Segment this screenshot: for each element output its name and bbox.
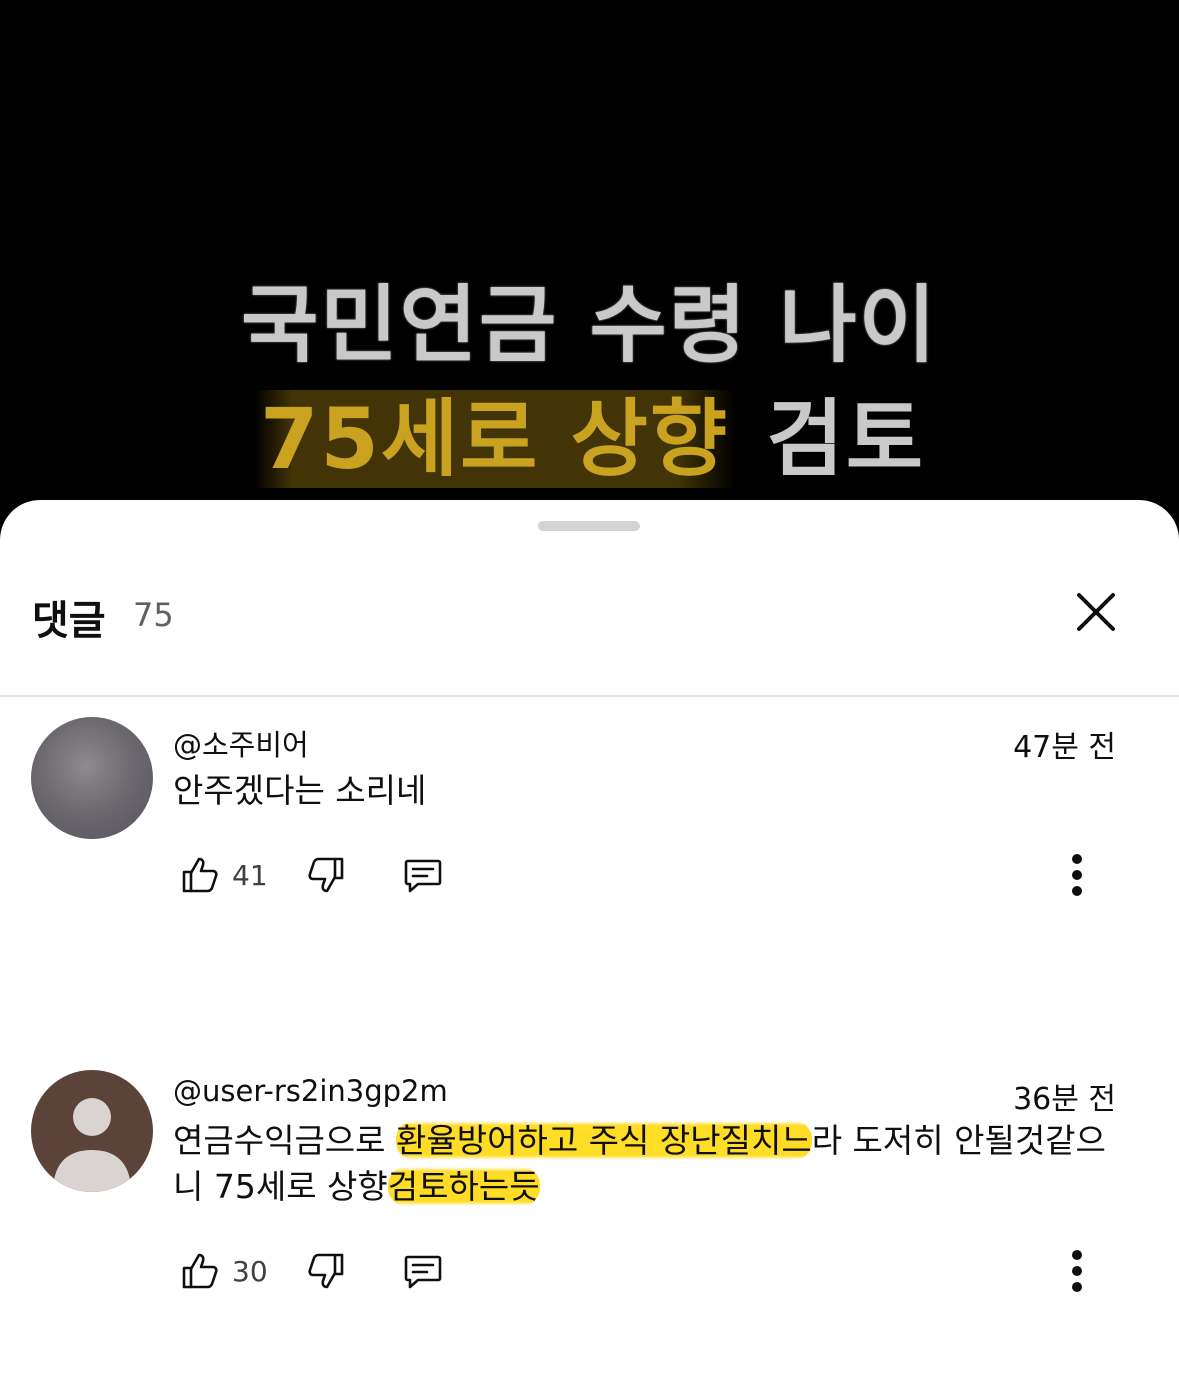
comment-actions: 41 [180, 850, 1130, 900]
comment-text: 안주겠다는 소리네 [173, 771, 427, 810]
comments-title: 댓글 [32, 598, 106, 644]
reply-comment-icon [404, 859, 442, 893]
comment-item: @소주비어 47분 전 안주겠다는 소리네 41 [0, 710, 1179, 910]
comment-text: 연금수익금으로 환율방어하고 주식 장난질치느라 도저히 안될것같으니 75세로… [173, 1118, 1123, 1210]
avatar[interactable] [31, 717, 153, 839]
comment-actions: 30 [180, 1246, 1130, 1296]
header-divider [0, 695, 1179, 697]
comment-text-highlighted: 검토하는듯 [387, 1167, 540, 1206]
like-button[interactable]: 30 [180, 1246, 268, 1296]
drag-handle[interactable] [538, 521, 640, 531]
comments-sheet: 댓글 75 @소주비어 47분 전 안주겠다는 소리네 41 @user-rs2… [0, 500, 1179, 1386]
comments-count: 75 [133, 596, 174, 634]
reply-comment-icon [404, 1255, 442, 1289]
default-avatar-icon [53, 1098, 131, 1192]
comment-text-part: 연금수익금으로 [173, 1121, 397, 1160]
thumbs-down-icon [308, 857, 344, 893]
comment-author[interactable]: @소주비어 [173, 722, 309, 764]
more-options-button[interactable] [1062, 1246, 1092, 1296]
thumbs-up-icon [182, 857, 218, 893]
dislike-button[interactable] [306, 1246, 346, 1296]
reply-button[interactable] [402, 1246, 444, 1296]
reply-button[interactable] [402, 850, 444, 900]
comment-author[interactable]: @user-rs2in3gp2m [173, 1074, 448, 1108]
more-options-button[interactable] [1062, 850, 1092, 900]
video-caption-line-1: 국민연금 수령 나이 [241, 276, 938, 374]
like-button[interactable]: 41 [180, 850, 268, 900]
close-icon [1077, 593, 1115, 631]
close-button[interactable] [1066, 582, 1126, 642]
comment-time: 36분 전 [1013, 1082, 1116, 1117]
thumbs-up-icon [182, 1253, 218, 1289]
video-caption-line-2: 75세로 상향 검토 [0, 372, 1179, 493]
thumbs-down-icon [308, 1253, 344, 1289]
dislike-button[interactable] [306, 850, 346, 900]
video-player[interactable]: 국민연금 수령 나이 75세로 상향 검토 [0, 0, 1179, 520]
more-vertical-icon [1072, 1250, 1082, 1292]
like-count: 41 [232, 858, 268, 892]
comment-item: @user-rs2in3gp2m 36분 전 연금수익금으로 환율방어하고 주식… [0, 1060, 1179, 1320]
more-vertical-icon [1072, 854, 1082, 896]
video-caption-rest: 검토 [735, 390, 926, 488]
avatar[interactable] [31, 1070, 153, 1192]
comment-text-highlighted: 환율방어하고 주식 장난질치느 [396, 1121, 812, 1160]
like-count: 30 [232, 1254, 268, 1288]
comment-time: 47분 전 [1013, 730, 1116, 765]
comments-header: 댓글 75 [0, 570, 1179, 660]
video-caption-highlight: 75세로 상향 [253, 390, 736, 488]
